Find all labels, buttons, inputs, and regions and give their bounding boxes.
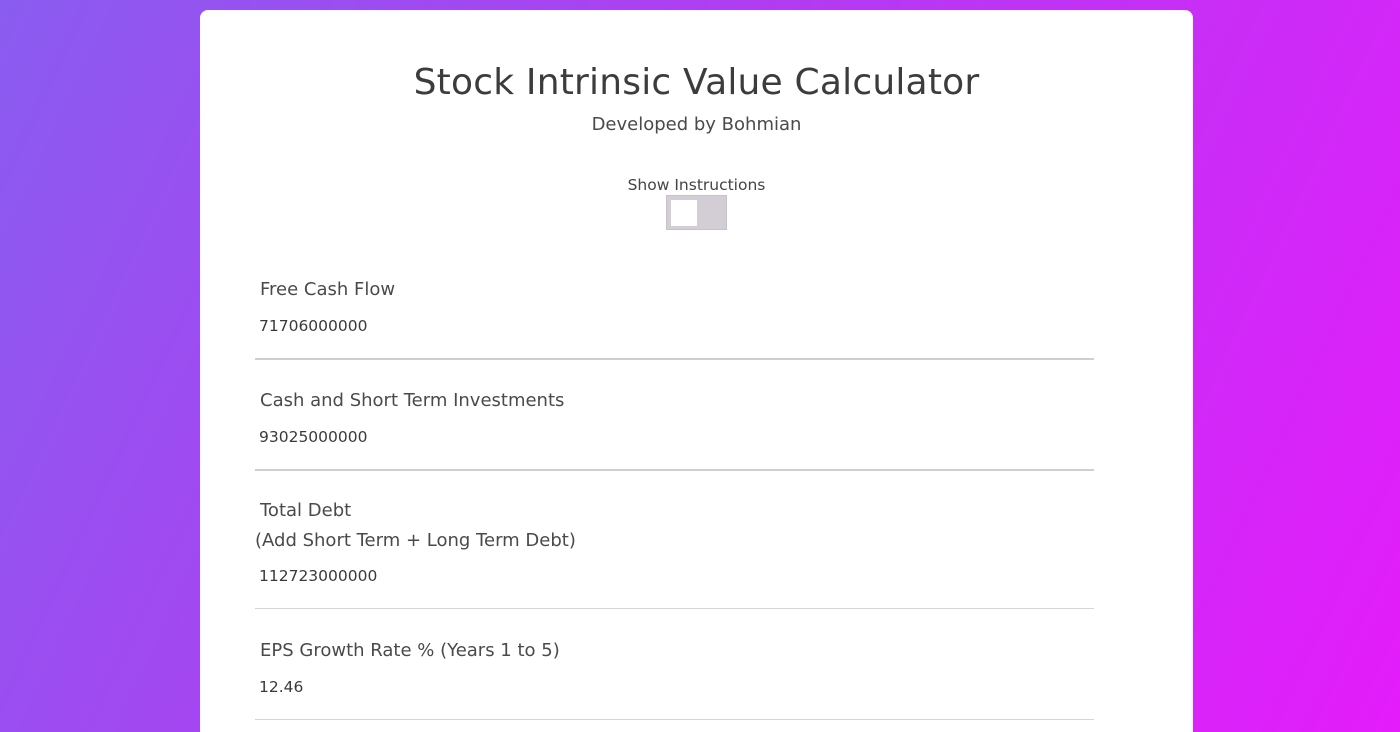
free-cash-flow-input[interactable]	[259, 314, 1089, 338]
toggle-knob	[671, 200, 697, 226]
cash-short-term-investments-label: Cash and Short Term Investments	[260, 390, 565, 411]
total-debt-sublabel: (Add Short Term + Long Term Debt)	[255, 530, 576, 551]
page-subtitle: Developed by Bohmian	[591, 114, 802, 135]
total-debt-input[interactable]	[259, 564, 1089, 588]
total-debt-divider	[255, 608, 1094, 609]
eps-growth-rate-divider	[255, 719, 1094, 720]
free-cash-flow-divider	[255, 358, 1094, 360]
calculator-card: Stock Intrinsic Value Calculator Develop…	[200, 10, 1193, 732]
cash-short-term-investments-input[interactable]	[259, 425, 1089, 449]
show-instructions-toggle[interactable]	[666, 195, 727, 230]
cash-short-term-investments-divider	[255, 469, 1094, 471]
eps-growth-rate-input[interactable]	[259, 675, 1089, 699]
page-title: Stock Intrinsic Value Calculator	[413, 62, 980, 103]
show-instructions-label: Show Instructions	[627, 176, 766, 194]
free-cash-flow-label: Free Cash Flow	[260, 279, 396, 300]
total-debt-label: Total Debt	[260, 500, 352, 521]
eps-growth-rate-label: EPS Growth Rate % (Years 1 to 5)	[260, 640, 560, 661]
